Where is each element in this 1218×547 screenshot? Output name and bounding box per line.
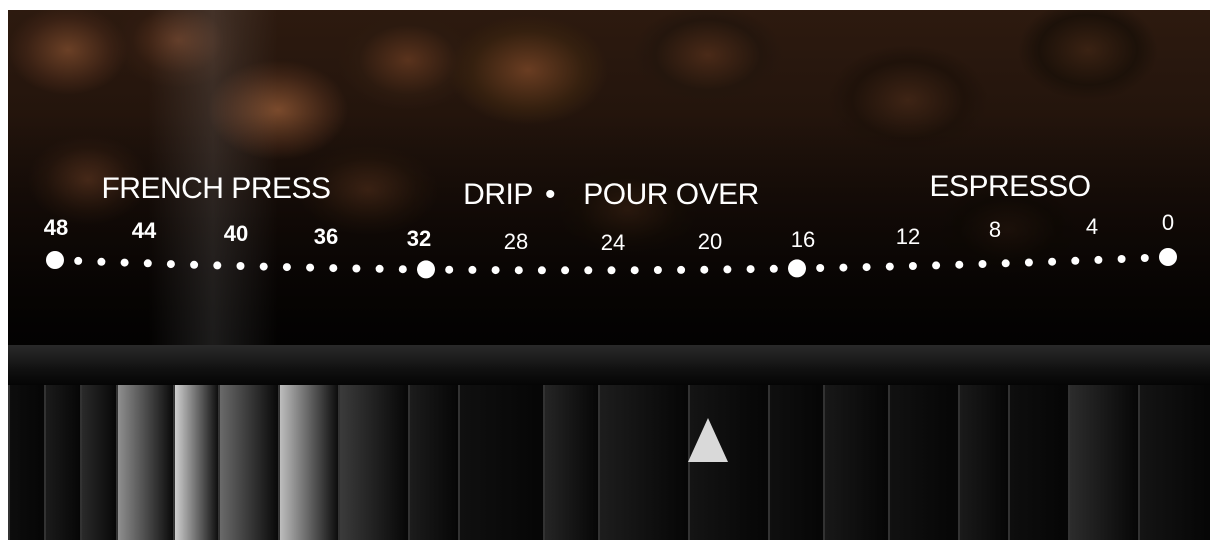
scale-dot — [352, 264, 361, 273]
scale-dot — [630, 266, 639, 275]
scale-dot — [468, 265, 477, 274]
ring-rib — [823, 385, 890, 540]
ring-rib — [768, 385, 825, 540]
ring-rib — [1068, 385, 1140, 540]
ring-rib — [1008, 385, 1070, 540]
ring-rib — [338, 385, 410, 540]
ring-rib — [116, 385, 175, 540]
scale-dot — [862, 263, 871, 272]
scale-major-dot — [788, 259, 806, 278]
ring-rib — [543, 385, 600, 540]
scale-dot — [746, 265, 755, 274]
scale-dot — [306, 263, 315, 272]
ring-rib — [1138, 385, 1210, 540]
scale-dot — [908, 262, 917, 270]
ring-rib — [958, 385, 1010, 540]
scale-dot — [514, 266, 523, 275]
scale-dot — [885, 262, 894, 271]
scale-dot — [1024, 258, 1033, 267]
scale-dot — [236, 262, 245, 270]
scale-dot — [537, 266, 546, 275]
scale-dot — [1071, 256, 1080, 265]
scale-dot — [1117, 255, 1126, 263]
ring-rib — [458, 385, 545, 540]
scale-dot — [723, 265, 732, 274]
scale-dot — [653, 266, 662, 274]
ring-rib — [44, 385, 82, 540]
ring-rib — [598, 385, 690, 540]
scale-dot — [584, 266, 593, 275]
scale-dot — [1001, 259, 1010, 268]
ring-rib — [173, 385, 220, 540]
ring-rim — [8, 345, 1210, 385]
triangle-up-icon — [688, 418, 728, 462]
ring-rib — [8, 385, 46, 540]
scale-dot — [491, 266, 500, 275]
scale-dot — [74, 256, 83, 265]
scale-dot — [932, 261, 941, 270]
ring-rib — [218, 385, 280, 540]
scale-dot — [445, 265, 454, 274]
scale-dot — [1048, 257, 1057, 266]
scale-dot — [1140, 254, 1149, 262]
scale-dot — [816, 264, 825, 272]
scale-dot — [282, 263, 291, 272]
scale-major-dot — [1159, 248, 1177, 266]
scale-dot — [190, 260, 199, 269]
scale-dot — [166, 260, 175, 269]
scale-dot — [398, 265, 407, 274]
scale-dot — [1094, 255, 1103, 264]
scale-dot — [561, 266, 570, 275]
scale-dot — [375, 264, 384, 273]
scale-major-dot — [417, 260, 435, 279]
scale-dot — [97, 257, 106, 266]
scale-dot — [839, 263, 848, 272]
scale-dot — [700, 265, 709, 274]
scale-dot — [978, 260, 987, 268]
scale-dot — [607, 266, 616, 275]
scale-major-dot — [46, 251, 64, 269]
scale-dot — [259, 262, 268, 271]
ring-rib — [278, 385, 340, 540]
ring-rib — [80, 385, 118, 540]
grinder-photo: FRENCH PRESS DRIP • POUR OVER ESPRESSO 4… — [8, 10, 1210, 540]
ring-rib — [888, 385, 960, 540]
scale-dot — [955, 260, 964, 269]
grind-scale-dots — [46, 248, 1177, 279]
scale-dot — [120, 258, 129, 267]
scale-dot — [329, 264, 338, 273]
scale-dot — [143, 259, 152, 268]
scale-dot — [769, 264, 778, 273]
scale-dot — [677, 265, 686, 274]
ring-rib — [688, 385, 770, 540]
scale-dot — [213, 261, 222, 270]
ring-rib — [408, 385, 460, 540]
